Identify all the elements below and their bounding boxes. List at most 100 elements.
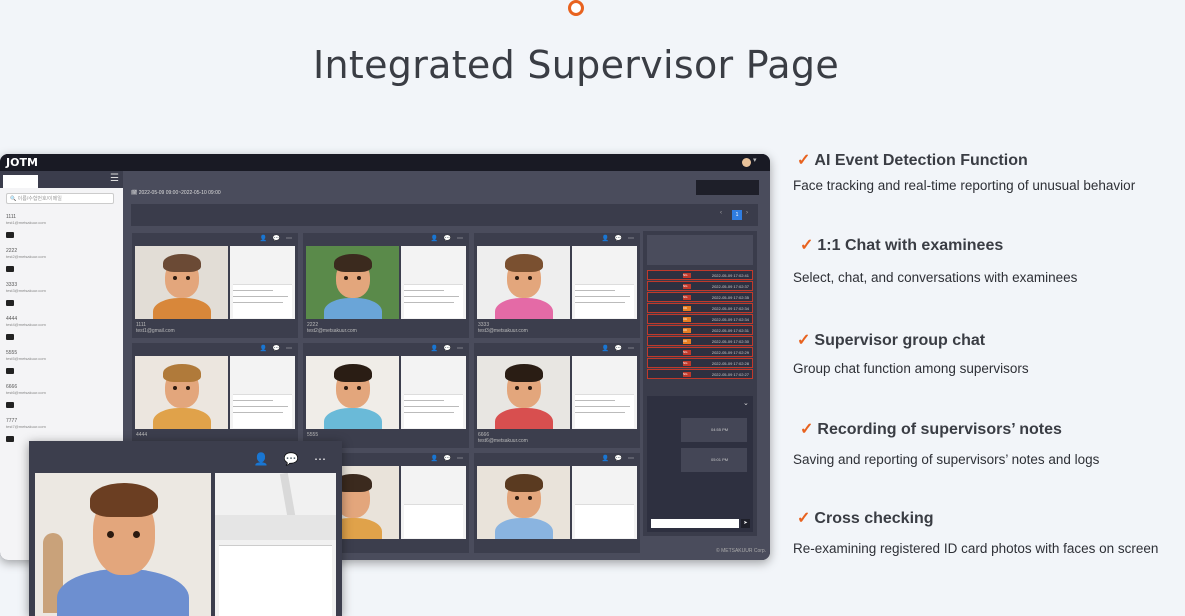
prev-page-icon[interactable]: ‹ bbox=[720, 210, 722, 216]
examinee-screen-view bbox=[401, 246, 466, 319]
event-log-row[interactable]: NG 2022-05-09 17:02:29 bbox=[647, 347, 753, 357]
accent-dot bbox=[568, 0, 584, 16]
examinee-camera-view bbox=[135, 356, 228, 429]
event-log-row[interactable]: NG 2022-05-09 17:02:37 bbox=[647, 281, 753, 291]
event-tag: NG bbox=[683, 372, 691, 377]
event-log-panel: NG 2022-05-09 17:02:41 NG 2022-05-09 17:02… bbox=[643, 231, 757, 536]
page-title: Integrated Supervisor Page bbox=[313, 43, 839, 88]
chat-input[interactable] bbox=[651, 519, 739, 528]
card-email: test2@metsakuur.com bbox=[307, 328, 357, 334]
card-email: test6@metsakuur.com bbox=[478, 438, 528, 444]
event-panel-header bbox=[647, 235, 753, 265]
event-log-row[interactable]: CK 2022-05-09 17:02:31 bbox=[647, 325, 753, 335]
feature-title-text: Supervisor group chat bbox=[814, 332, 986, 349]
examinee-camera-view bbox=[477, 246, 570, 319]
examinee-camera-view bbox=[35, 473, 211, 616]
user-avatar[interactable] bbox=[742, 158, 751, 167]
camera-icon bbox=[6, 436, 14, 442]
event-log-row[interactable]: CK 2022-05-09 17:02:34 bbox=[647, 314, 753, 324]
event-log-row[interactable]: CK 2022-05-09 17:02:34 bbox=[647, 303, 753, 313]
sidebar-item[interactable]: 5555 test5@metsakuur.com bbox=[6, 350, 116, 380]
event-time: 2022-05-09 17:02:27 bbox=[711, 372, 749, 377]
feature-description: Re-examining registered ID card photos w… bbox=[793, 541, 1159, 556]
event-time: 2022-05-09 17:02:34 bbox=[711, 317, 749, 322]
examinee-card[interactable]: 👤 💬 ⋯ 2222 test2@metsakuur.com bbox=[303, 233, 469, 338]
check-icon: ✓ bbox=[797, 332, 811, 349]
card-action-icons[interactable]: 👤 💬 ⋯ bbox=[431, 455, 465, 462]
feature-description: Face tracking and real-time reporting of… bbox=[793, 178, 1136, 193]
chevron-down-icon[interactable]: ⌄ bbox=[743, 399, 749, 407]
examinee-camera-view bbox=[306, 246, 399, 319]
event-log-row[interactable]: NG 2022-05-09 17:02:27 bbox=[647, 369, 753, 379]
card-label: 3333 test3@metsakuur.com bbox=[478, 322, 528, 334]
feature-title-text: Recording of supervisors’ notes bbox=[817, 421, 1062, 438]
examinee-screen-view bbox=[230, 246, 295, 319]
avatar-hair bbox=[90, 483, 158, 517]
card-action-icons[interactable]: 👤 💬 ⋯ bbox=[602, 345, 636, 352]
chat-time: 05:01 PM bbox=[711, 457, 729, 462]
camera-icon bbox=[6, 402, 14, 408]
sidebar-item-email: test4@metsakuur.com bbox=[6, 322, 46, 327]
feature-title-text: 1:1 Chat with examinees bbox=[817, 237, 1004, 254]
chat-message: 04:55 PM bbox=[681, 418, 747, 442]
examinee-card[interactable]: 👤 💬 ⋯ 6666 test6@metsakuur.com bbox=[474, 343, 640, 448]
camera-icon bbox=[6, 266, 14, 272]
examinee-card[interactable]: 👤 💬 ⋯ 4444 bbox=[132, 343, 298, 448]
feature-description: Saving and reporting of supervisors’ not… bbox=[793, 452, 1100, 467]
event-time: 2022-05-09 17:02:31 bbox=[711, 328, 749, 333]
exam-document bbox=[219, 545, 332, 616]
avatar-body bbox=[57, 569, 189, 616]
page-number[interactable]: 1 bbox=[732, 210, 742, 220]
card-label: 5555 bbox=[307, 432, 318, 438]
card-action-icons[interactable]: 👤 💬 ⋯ bbox=[602, 235, 636, 242]
event-tag: NG bbox=[683, 350, 691, 355]
feature-title: ✓ 1:1 Chat with examinees bbox=[800, 235, 1003, 255]
chat-panel: ⌄ 04:55 PM 05:01 PM ➤ bbox=[647, 396, 753, 532]
top-search-box[interactable] bbox=[696, 180, 759, 195]
examinee-card[interactable]: 👤 💬 ⋯ 3333 test3@metsakuur.com bbox=[474, 233, 640, 338]
chevron-down-icon[interactable]: ▾ bbox=[753, 156, 757, 164]
examinee-screen-view bbox=[215, 473, 336, 616]
sidebar-item[interactable]: 4444 test4@metsakuur.com bbox=[6, 316, 116, 346]
card-action-icons[interactable]: 👤 💬 ⋯ bbox=[260, 345, 294, 352]
zoomed-examinee-card[interactable]: 👤 💬 ⋯ bbox=[29, 441, 342, 616]
camera-icon bbox=[6, 300, 14, 306]
sidebar-tab[interactable] bbox=[3, 175, 38, 188]
sidebar-item-email: test6@metsakuur.com bbox=[6, 390, 46, 395]
sidebar-item[interactable]: 2222 test2@metsakuur.com bbox=[6, 248, 116, 278]
card-action-icons[interactable]: 👤 💬 ⋯ bbox=[431, 345, 465, 352]
event-log-row[interactable]: CK 2022-05-09 17:02:30 bbox=[647, 336, 753, 346]
sidebar-item[interactable]: 1111 test1@metsakuur.com bbox=[6, 214, 116, 244]
card-action-icons[interactable]: 👤 💬 ⋯ bbox=[260, 235, 294, 242]
event-time: 2022-05-09 17:02:35 bbox=[711, 295, 749, 300]
sidebar-item-email: test1@metsakuur.com bbox=[6, 220, 46, 225]
sidebar-item[interactable]: 6666 test6@metsakuur.com bbox=[6, 384, 116, 414]
event-time: 2022-05-09 17:02:28 bbox=[711, 361, 749, 366]
feature-title: ✓ Supervisor group chat bbox=[797, 330, 985, 350]
next-page-icon[interactable]: › bbox=[746, 210, 748, 216]
event-tag: CK bbox=[683, 306, 691, 311]
examinee-card[interactable]: 👤 💬 ⋯ 1111 test1@gmail.com bbox=[132, 233, 298, 338]
event-time: 2022-05-09 17:02:37 bbox=[711, 284, 749, 289]
app-topbar: JOTM ▾ bbox=[0, 154, 770, 171]
event-tag: NG bbox=[683, 273, 691, 278]
sidebar-header: ☰ bbox=[0, 171, 123, 188]
check-icon: ✓ bbox=[800, 421, 814, 438]
pagination-bar: ‹ 1 › bbox=[131, 204, 758, 226]
examinee-card[interactable]: 👤 💬 ⋯ bbox=[474, 453, 640, 553]
search-input[interactable]: 🔍 이름/수험번호/이메일 bbox=[6, 193, 114, 204]
event-log-row[interactable]: NG 2022-05-09 17:02:35 bbox=[647, 292, 753, 302]
event-log-row[interactable]: NG 2022-05-09 17:02:28 bbox=[647, 358, 753, 368]
card-action-icons[interactable]: 👤 💬 ⋯ bbox=[602, 455, 636, 462]
menu-icon[interactable]: ☰ bbox=[110, 173, 119, 184]
sidebar-item-email: test7@metsakuur.com bbox=[6, 424, 46, 429]
card-action-icons[interactable]: 👤 💬 ⋯ bbox=[431, 235, 465, 242]
card-label: 1111 test1@gmail.com bbox=[136, 322, 175, 334]
examinee-screen-view bbox=[572, 466, 637, 539]
examinee-screen-view bbox=[401, 356, 466, 429]
examinee-card[interactable]: 👤 💬 ⋯ 5555 bbox=[303, 343, 469, 448]
sidebar-item[interactable]: 3333 test3@metsakuur.com bbox=[6, 282, 116, 312]
event-log-row[interactable]: NG 2022-05-09 17:02:41 bbox=[647, 270, 753, 280]
card-action-icons[interactable]: 👤 💬 ⋯ bbox=[253, 452, 332, 466]
send-icon[interactable]: ➤ bbox=[741, 519, 750, 528]
